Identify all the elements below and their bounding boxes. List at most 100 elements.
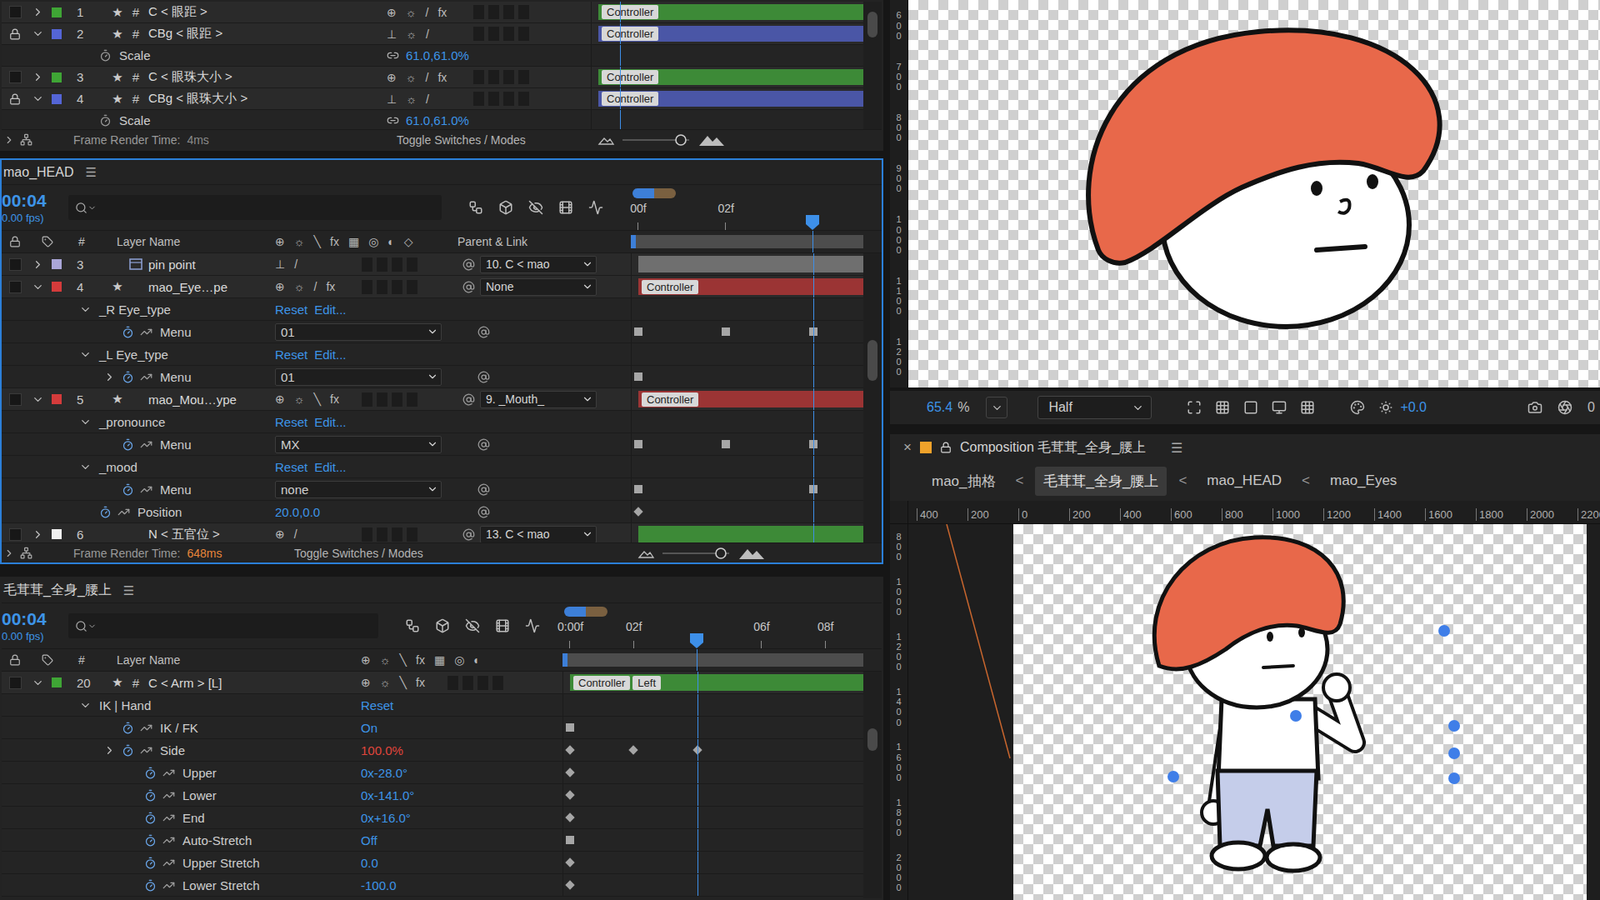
layer-name[interactable]: N < 五官位 > (148, 526, 220, 543)
pickwhip-icon[interactable] (462, 280, 475, 294)
render-icon[interactable] (20, 133, 33, 146)
switch-toggle[interactable]: fx (325, 280, 335, 294)
stopwatch-icon[interactable] (144, 856, 157, 870)
graph-icon[interactable] (117, 505, 130, 519)
snapshot-icon[interactable] (1527, 400, 1543, 415)
switch-toggle[interactable]: ☼ (405, 27, 417, 41)
stopwatch-icon[interactable] (144, 879, 157, 892)
property-value[interactable]: 20.0,0.0 (275, 505, 320, 520)
stopwatch-icon[interactable] (121, 438, 135, 451)
reset-link[interactable]: Reset (275, 347, 308, 362)
switch-toggle[interactable]: ⊕ (386, 70, 397, 85)
layer-duration-bar[interactable]: Controller (598, 69, 864, 85)
switch-toggle[interactable]: fx (437, 5, 447, 20)
time-navigator[interactable] (632, 188, 676, 199)
layer-name[interactable]: CBg < 眼珠大小 > (148, 90, 248, 107)
property-row[interactable]: Menunone (1, 478, 864, 501)
graph-editor-icon[interactable] (525, 618, 540, 634)
parent-dropdown[interactable]: None (480, 278, 597, 296)
property-value[interactable]: Off (360, 833, 378, 848)
switch-box[interactable] (503, 26, 515, 41)
keyframe[interactable] (633, 506, 643, 516)
scroll-thumb[interactable] (867, 11, 878, 38)
stopwatch-icon[interactable] (99, 49, 112, 62)
property-value[interactable]: 0x+16.0° (360, 810, 411, 825)
stopwatch-icon[interactable] (99, 505, 112, 519)
flowchart-icon[interactable] (468, 200, 484, 215)
property-row[interactable]: Upper0x-28.0° (1, 761, 864, 785)
layer-duration-bar[interactable] (638, 255, 864, 273)
switch-toggle[interactable]: ☼ (405, 5, 417, 20)
switch-box[interactable] (473, 70, 485, 85)
twirl-right-icon[interactable] (28, 258, 47, 271)
switch-toggle[interactable]: / (425, 5, 430, 20)
switch-box[interactable] (518, 91, 530, 106)
visibility-toggle[interactable] (1, 70, 29, 84)
composition-tab[interactable]: ×Composition 毛茸茸_全身_腰上☰ (890, 434, 1600, 461)
mask-visibility-icon[interactable] (1243, 400, 1259, 415)
graph-icon[interactable] (140, 438, 153, 451)
property-value[interactable]: 61.0,61.0% (405, 113, 470, 128)
layer-name[interactable]: CBg < 眼距 > (148, 25, 223, 42)
zoom-slider[interactable] (637, 545, 771, 561)
switch-box[interactable] (391, 280, 403, 295)
layer-row[interactable]: 5★mao_Mou…ype⊕☼╲fx9. _Mouth_Controller (1, 388, 864, 411)
panel-menu-button[interactable]: ☰ (85, 165, 96, 180)
graph-icon[interactable] (140, 721, 153, 735)
edit-link[interactable]: Edit... (314, 415, 346, 430)
playhead-handle[interactable] (689, 632, 705, 650)
switch-box[interactable] (376, 527, 388, 542)
switch-box[interactable] (376, 280, 388, 295)
switch-toggle[interactable]: / (425, 27, 430, 41)
label-color-swatch[interactable] (51, 529, 62, 540)
layer-row[interactable]: 6N < 五官位 >⊕/13. C < mao (1, 523, 864, 543)
switch-box[interactable] (391, 392, 403, 407)
switch-box[interactable] (473, 91, 485, 106)
time-ruler[interactable]: 0:00f02f06f08f (562, 603, 864, 649)
label-color-swatch[interactable] (51, 7, 62, 18)
switch-toggle[interactable]: fx (330, 392, 340, 406)
property-row[interactable]: Scale61.0,61.0% (1, 110, 864, 130)
stopwatch-icon[interactable] (144, 834, 157, 847)
twirl-down-icon[interactable] (75, 415, 95, 429)
parent-dropdown[interactable]: 9. _Mouth_ (480, 390, 597, 409)
switch-box[interactable] (518, 70, 530, 85)
breadcrumb-item[interactable]: mao_Eyes (1321, 467, 1405, 495)
graph-icon[interactable] (162, 766, 175, 780)
switch-toggle[interactable]: ☼ (380, 675, 391, 690)
keyframe[interactable] (634, 327, 643, 336)
graph-icon[interactable] (140, 744, 153, 757)
layer-name-column-header[interactable]: Layer Name (116, 653, 180, 667)
close-button[interactable]: × (903, 439, 912, 456)
switch-toggle[interactable]: ⊥ (386, 27, 397, 41)
shy-icon[interactable] (465, 618, 480, 634)
layer-switches[interactable]: ⊕☼/fx (386, 5, 467, 20)
reset-link[interactable]: Reset (360, 698, 394, 713)
twirl-down-icon[interactable] (75, 348, 95, 361)
switch-box[interactable] (503, 91, 515, 106)
playhead-handle[interactable] (805, 214, 820, 231)
layer-duration-bar[interactable]: Controller (638, 278, 864, 295)
zoom-slider[interactable] (597, 132, 731, 148)
property-row[interactable]: End0x+16.0° (1, 806, 864, 830)
edit-link[interactable]: Edit... (314, 302, 346, 317)
shy-icon[interactable] (528, 200, 544, 215)
layer-row[interactable]: 3pin point⊥/10. C < mao (1, 253, 864, 276)
keyframe[interactable] (565, 880, 575, 890)
resolution-dropdown[interactable]: Half (1037, 395, 1152, 420)
expression-pickwhip-icon[interactable] (477, 483, 490, 496)
expand-icon[interactable] (3, 134, 15, 146)
panel-menu-button[interactable]: ☰ (123, 583, 135, 599)
layer-row[interactable]: 2★#CBg < 眼距 >⊥☼/Controller (1, 23, 864, 45)
fast-preview-icon[interactable] (1186, 400, 1202, 415)
switch-toggle[interactable]: ⊥ (386, 92, 397, 106)
layer-switches[interactable]: ⊕☼╲fx (360, 675, 441, 690)
switch-box[interactable] (488, 91, 500, 106)
edit-link[interactable]: Edit... (314, 460, 346, 475)
property-row[interactable]: Menu01 (1, 320, 864, 344)
property-group-row[interactable]: _moodResetEdit... (1, 455, 864, 479)
property-row[interactable]: Position20.0,0.0 (1, 500, 864, 524)
keyframe[interactable] (721, 440, 730, 449)
stopwatch-icon[interactable] (144, 766, 157, 780)
stopwatch-icon[interactable] (99, 114, 112, 127)
